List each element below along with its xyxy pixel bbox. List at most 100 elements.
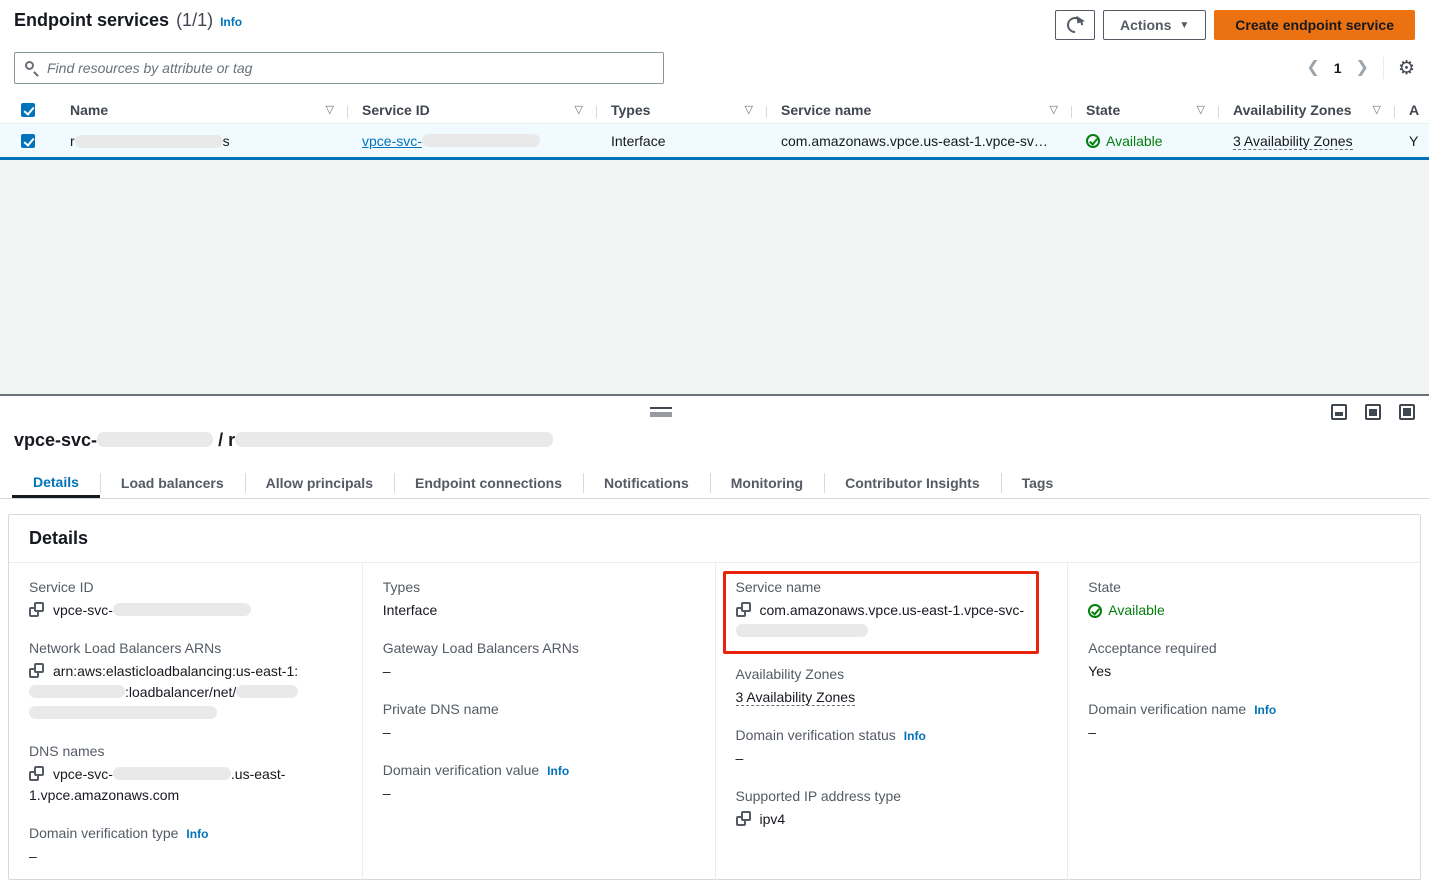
availability-zones-popover-link[interactable]: 3 Availability Zones — [736, 689, 856, 706]
table-header-row: Name ▽ Service ID ▽ Types ▽ Service name… — [0, 96, 1429, 124]
page-title: Endpoint services — [14, 10, 169, 31]
tab-monitoring[interactable]: Monitoring — [710, 468, 824, 498]
redacted-text — [75, 135, 223, 148]
chevron-down-icon: ▼ — [1179, 20, 1189, 31]
endpoint-services-list-section: Endpoint services (1/1) Info Actions ▼ C… — [0, 0, 1429, 160]
cell-state: Available — [1072, 133, 1219, 149]
pagination: ❮ 1 ❯ ⚙ — [1306, 57, 1415, 79]
copy-icon[interactable] — [29, 602, 44, 617]
search-icon — [25, 61, 39, 75]
service-name-highlight-box: Service name com.amazonaws.vpce.us-east-… — [723, 571, 1039, 654]
filter-caret-icon[interactable]: ▽ — [1197, 103, 1205, 116]
tab-endpoint-connections[interactable]: Endpoint connections — [394, 468, 583, 498]
redacted-text — [97, 432, 213, 447]
panel-size-full-icon[interactable] — [1399, 404, 1415, 420]
content-background — [0, 160, 1429, 394]
column-header-state[interactable]: State ▽ — [1072, 102, 1219, 118]
divider — [1383, 57, 1384, 79]
tab-contributor-insights[interactable]: Contributor Insights — [824, 468, 1001, 498]
details-column-2: Types Interface Gateway Load Balancers A… — [362, 563, 715, 880]
field-acceptance-required: Acceptance required Yes — [1088, 640, 1400, 682]
info-link[interactable]: Info — [1254, 703, 1276, 717]
cell-availability-zones: 3 Availability Zones — [1219, 133, 1395, 150]
redacted-text — [29, 706, 217, 719]
refresh-button[interactable] — [1055, 10, 1095, 40]
cell-name: rs — [56, 133, 348, 149]
details-card: Details Service ID vpce-svc- Network Loa… — [8, 514, 1421, 880]
prev-page-icon[interactable]: ❮ — [1306, 60, 1319, 76]
row-checkbox[interactable] — [21, 134, 35, 148]
split-panel: vpce-svc- / r Details Load balancers All… — [0, 394, 1429, 886]
select-all-checkbox[interactable] — [21, 103, 35, 117]
tab-load-balancers[interactable]: Load balancers — [100, 468, 245, 498]
info-link[interactable]: Info — [904, 729, 926, 743]
field-private-dns-name: Private DNS name – — [383, 701, 695, 743]
resource-count: (1/1) — [176, 10, 213, 31]
filter-caret-icon[interactable]: ▽ — [1373, 103, 1381, 116]
title-info-link[interactable]: Info — [220, 15, 242, 29]
service-id-link[interactable]: vpce-svc- — [362, 133, 540, 149]
tab-details[interactable]: Details — [12, 468, 100, 498]
available-status-icon — [1086, 134, 1100, 148]
cell-types: Interface — [597, 133, 767, 149]
tab-tags[interactable]: Tags — [1001, 468, 1075, 498]
info-link[interactable]: Info — [186, 827, 208, 841]
field-domain-verification-value: Domain verification value Info – — [383, 762, 695, 804]
actions-dropdown-button[interactable]: Actions ▼ — [1103, 10, 1206, 40]
field-domain-verification-type: Domain verification type Info – — [29, 825, 342, 867]
column-header-acceptance[interactable]: A — [1395, 102, 1429, 118]
table-row[interactable]: rs vpce-svc- Interface com.amazonaws.vpc… — [0, 124, 1429, 159]
column-header-name[interactable]: Name ▽ — [56, 102, 348, 118]
cell-acceptance: Y — [1395, 133, 1429, 149]
filter-caret-icon[interactable]: ▽ — [575, 103, 583, 116]
field-supported-ip-type: Supported IP address type ipv4 — [736, 788, 1048, 830]
panel-size-controls — [1331, 404, 1415, 420]
field-service-id: Service ID vpce-svc- — [29, 579, 342, 621]
table-toolbar: ❮ 1 ❯ ⚙ — [0, 40, 1429, 84]
panel-title: vpce-svc- / r — [14, 430, 553, 451]
copy-icon[interactable] — [736, 602, 751, 617]
field-nlb-arns: Network Load Balancers ARNs arn:aws:elas… — [29, 640, 342, 724]
field-domain-verification-name: Domain verification name Info – — [1088, 701, 1400, 743]
search-box[interactable] — [14, 52, 664, 84]
redacted-text — [236, 685, 298, 698]
copy-icon[interactable] — [736, 811, 751, 826]
column-header-service-id[interactable]: Service ID ▽ — [348, 102, 597, 118]
tab-allow-principals[interactable]: Allow principals — [245, 468, 394, 498]
refresh-icon — [1067, 17, 1083, 33]
current-page[interactable]: 1 — [1334, 60, 1342, 76]
redacted-text — [736, 624, 868, 637]
details-column-3: Service name com.amazonaws.vpce.us-east-… — [715, 563, 1068, 880]
field-state: State Available — [1088, 579, 1400, 621]
redacted-text — [29, 685, 125, 698]
cell-service-id: vpce-svc- — [348, 133, 597, 149]
filter-caret-icon[interactable]: ▽ — [326, 103, 334, 116]
field-domain-verification-status: Domain verification status Info – — [736, 727, 1048, 769]
cell-service-name: com.amazonaws.vpce.us-east-1.vpce-sv… — [767, 133, 1072, 149]
field-availability-zones: Availability Zones 3 Availability Zones — [736, 666, 1048, 708]
details-column-4: State Available Acceptance required Yes … — [1067, 563, 1420, 880]
info-link[interactable]: Info — [547, 764, 569, 778]
gear-icon[interactable]: ⚙ — [1398, 59, 1415, 78]
filter-caret-icon[interactable]: ▽ — [745, 103, 753, 116]
redacted-text — [113, 767, 231, 780]
available-status-icon — [1088, 604, 1102, 618]
next-page-icon[interactable]: ❯ — [1356, 60, 1369, 76]
create-endpoint-service-button[interactable]: Create endpoint service — [1214, 10, 1415, 40]
tab-notifications[interactable]: Notifications — [583, 468, 710, 498]
panel-size-medium-icon[interactable] — [1365, 404, 1381, 420]
column-header-types[interactable]: Types ▽ — [597, 102, 767, 118]
copy-icon[interactable] — [29, 663, 44, 678]
actions-label: Actions — [1120, 17, 1171, 33]
field-glb-arns: Gateway Load Balancers ARNs – — [383, 640, 695, 682]
search-input[interactable] — [47, 60, 653, 76]
panel-size-small-icon[interactable] — [1331, 404, 1347, 420]
details-column-1: Service ID vpce-svc- Network Load Balanc… — [9, 563, 362, 880]
column-header-service-name[interactable]: Service name ▽ — [767, 102, 1072, 118]
panel-resize-handle[interactable] — [650, 407, 672, 417]
availability-zones-popover-link[interactable]: 3 Availability Zones — [1233, 133, 1353, 150]
column-header-availability-zones[interactable]: Availability Zones ▽ — [1219, 102, 1395, 118]
filter-caret-icon[interactable]: ▽ — [1050, 103, 1058, 116]
details-card-title: Details — [29, 528, 88, 549]
copy-icon[interactable] — [29, 766, 44, 781]
